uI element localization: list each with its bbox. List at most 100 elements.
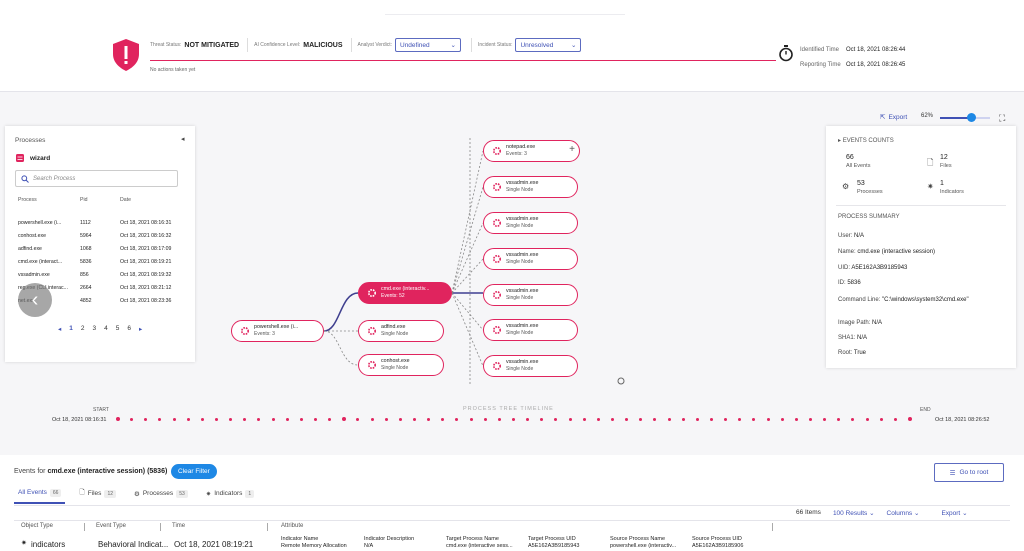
- search-icon: [21, 174, 29, 183]
- process-name: cmd.exe (interact...: [18, 258, 63, 265]
- table-row[interactable]: conhost.exe 5964 Oct 18, 2021 08:16:32: [18, 229, 188, 242]
- timeline-dot[interactable]: [483, 418, 487, 421]
- timeline-dot[interactable]: [398, 418, 402, 421]
- page-link[interactable]: 3: [93, 325, 97, 333]
- timeline-dot[interactable]: [681, 418, 685, 421]
- all-events-value: 66: [846, 154, 854, 161]
- timeline-dot[interactable]: [469, 418, 473, 421]
- node-name: conhost.exe: [381, 358, 410, 364]
- timeline-dot[interactable]: [893, 418, 897, 421]
- timeline-dot[interactable]: [908, 417, 912, 421]
- page-link[interactable]: 6: [127, 325, 131, 333]
- graph-node-child[interactable]: vssadmin.exe Single Node: [483, 176, 578, 198]
- summary-row: Image Path: N/A: [838, 320, 1008, 326]
- files-label: Files: [940, 163, 952, 169]
- gear-icon: ⚙: [134, 490, 140, 498]
- columns-select[interactable]: Columns ⌄: [887, 509, 920, 517]
- timeline-dot[interactable]: [667, 418, 671, 421]
- column-header[interactable]: Event Type: [96, 523, 126, 529]
- prev-page-icon[interactable]: ◂: [58, 325, 61, 333]
- graph-node-root[interactable]: powershell.exe (i... Events: 3: [231, 320, 324, 342]
- timeline-dot[interactable]: [413, 418, 416, 421]
- process-search-input[interactable]: Search Process: [15, 170, 178, 187]
- timeline-dot[interactable]: [809, 418, 812, 421]
- table-row[interactable]: powershell.exe (i... 1112 Oct 18, 2021 08:…: [18, 216, 188, 229]
- graph-node-sibling[interactable]: conhost.exe Single Node: [358, 354, 444, 376]
- timeline-dot[interactable]: [384, 418, 388, 421]
- table-row[interactable]: adfind.exe 1068 Oct 18, 2021 08:17:09: [18, 242, 188, 255]
- summary-value: cmd.exe (interactive session): [857, 249, 936, 255]
- timeline-dot[interactable]: [314, 418, 317, 421]
- timeline-dot[interactable]: [116, 417, 120, 421]
- processes-title: Processes: [15, 137, 46, 144]
- page-link[interactable]: 1: [69, 325, 73, 333]
- timeline-dot[interactable]: [285, 418, 289, 421]
- tab-files[interactable]: 🗋 Files 12: [75, 488, 120, 504]
- clear-filter-button[interactable]: Clear Filter: [171, 464, 217, 479]
- timeline-dot[interactable]: [370, 418, 374, 421]
- column-resize-handle[interactable]: [84, 523, 85, 531]
- tab-all-events[interactable]: All Events 66: [14, 488, 66, 504]
- node-name: vssadmin.exe: [506, 216, 539, 222]
- timeline-dot[interactable]: [780, 418, 784, 421]
- timeline-dot[interactable]: [879, 418, 883, 421]
- database-icon: [16, 154, 24, 162]
- page-link[interactable]: 4: [104, 325, 108, 333]
- events-counts-title[interactable]: ▸ EVENTS COUNTS: [838, 137, 894, 144]
- timeline-dot[interactable]: [582, 418, 586, 421]
- timeline-dot[interactable]: [271, 418, 275, 421]
- graph-node-child[interactable]: vssadmin.exe Single Node: [483, 284, 578, 306]
- column-resize-handle[interactable]: [772, 523, 773, 531]
- timeline-dot[interactable]: [710, 418, 713, 421]
- timeline-dot[interactable]: [596, 418, 600, 421]
- page-link[interactable]: 5: [116, 325, 120, 333]
- graph-node-child[interactable]: vssadmin.exe Single Node: [483, 212, 578, 234]
- tab-processes[interactable]: ⚙ Processes 53: [130, 488, 192, 504]
- page-link[interactable]: 2: [81, 325, 85, 333]
- timeline-dot[interactable]: [766, 418, 770, 421]
- process-date: Oct 18, 2021 08:21:12: [120, 284, 172, 291]
- timeline-dot[interactable]: [299, 418, 303, 421]
- column-header[interactable]: Attribute: [281, 523, 303, 529]
- pin-icon: ✷: [21, 540, 27, 547]
- go-to-root-button[interactable]: ☰ Go to root: [934, 463, 1004, 482]
- chevron-down-icon: ⌄: [869, 510, 875, 517]
- tabs-divider: [14, 505, 1010, 506]
- timeline-dot[interactable]: [200, 418, 204, 421]
- column-header[interactable]: Object Type: [21, 523, 53, 529]
- timeline-dot[interactable]: [215, 418, 218, 421]
- site-name: wizard: [30, 154, 51, 162]
- timeline-dot[interactable]: [695, 418, 699, 421]
- column-header[interactable]: Time: [172, 523, 185, 529]
- table-row[interactable]: vssadmin.exe 856 Oct 18, 2021 08:19:32: [18, 268, 188, 281]
- next-page-icon[interactable]: ▸: [139, 325, 142, 333]
- timeline-dot[interactable]: [497, 418, 501, 421]
- column-resize-handle[interactable]: [160, 523, 161, 531]
- pagination: ◂ 1 2 3 4 5 6 ▸: [58, 325, 142, 333]
- timeline-dot[interactable]: [865, 418, 869, 421]
- file-icon: 🗋: [79, 489, 85, 496]
- prev-arrow-button[interactable]: ‹: [18, 283, 52, 317]
- graph-node-selected[interactable]: cmd.exe (interactiv... Events: 52: [358, 282, 452, 304]
- timeline-dot[interactable]: [794, 418, 798, 421]
- timeline-dot[interactable]: [611, 418, 614, 421]
- summary-row: Root: True: [838, 350, 1008, 356]
- column-resize-handle[interactable]: [267, 523, 268, 531]
- processes-panel: Processes ◂ wizard Search Process Proces…: [5, 126, 195, 362]
- graph-node-sibling[interactable]: adfind.exe Single Node: [358, 320, 444, 342]
- timeline-dot[interactable]: [568, 418, 572, 421]
- graph-node-child[interactable]: notepad.exe Events: 3 +: [483, 140, 580, 162]
- graph-node-child[interactable]: vssadmin.exe Single Node: [483, 355, 578, 377]
- graph-node-child[interactable]: vssadmin.exe Single Node: [483, 248, 578, 270]
- timeline-dot[interactable]: [186, 418, 190, 421]
- tab-indicators[interactable]: ✷ Indicators 1: [202, 488, 258, 504]
- file-icon: 🗋: [927, 158, 934, 167]
- table-export-select[interactable]: Export ⌄: [941, 509, 967, 517]
- results-per-page-select[interactable]: 100 Results ⌄: [833, 509, 875, 517]
- collapse-left-icon[interactable]: ◂: [181, 135, 185, 143]
- table-row[interactable]: cmd.exe (interact... 5836 Oct 18, 2021 08:…: [18, 255, 188, 268]
- expand-plus-icon[interactable]: +: [569, 144, 575, 155]
- timeline-dot[interactable]: [512, 418, 515, 421]
- graph-node-child[interactable]: vssadmin.exe Single Node: [483, 319, 578, 341]
- timeline-dot[interactable]: [172, 418, 176, 421]
